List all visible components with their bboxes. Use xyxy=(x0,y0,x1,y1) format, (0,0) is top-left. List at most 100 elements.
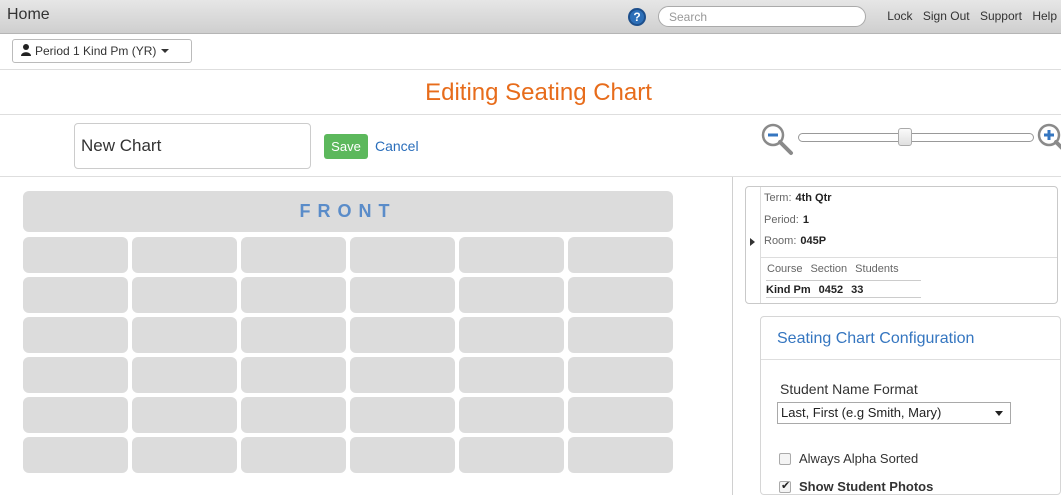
desk-seat[interactable] xyxy=(568,437,673,473)
home-link[interactable]: Home xyxy=(7,6,50,24)
desk-seat[interactable] xyxy=(459,437,564,473)
desk-seat[interactable] xyxy=(241,317,346,353)
room-label: Room: xyxy=(764,235,797,247)
zoom-out-icon[interactable] xyxy=(760,122,796,158)
students-header: Students xyxy=(855,263,899,275)
desk-seat[interactable] xyxy=(132,357,237,393)
desk-row xyxy=(23,357,673,393)
info-divider xyxy=(761,257,1057,258)
desk-seat[interactable] xyxy=(459,397,564,433)
desk-seat[interactable] xyxy=(459,317,564,353)
desk-row xyxy=(23,397,673,433)
chart-name-input[interactable]: New Chart xyxy=(74,123,311,169)
desk-row xyxy=(23,317,673,353)
zoom-control xyxy=(760,122,1061,158)
zoom-in-icon[interactable] xyxy=(1036,122,1061,158)
students-value: 33 xyxy=(851,284,864,296)
desk-seat[interactable] xyxy=(459,277,564,313)
course-value: Kind Pm xyxy=(766,284,811,296)
desk-seat[interactable] xyxy=(459,237,564,273)
desk-seat[interactable] xyxy=(568,277,673,313)
desk-seat[interactable] xyxy=(23,397,128,433)
always-alpha-row[interactable]: Always Alpha Sorted xyxy=(779,451,918,466)
desk-seat[interactable] xyxy=(350,357,455,393)
course-table-row: Kind Pm 0452 33 xyxy=(766,280,921,298)
desk-seat[interactable] xyxy=(241,397,346,433)
desk-seat[interactable] xyxy=(23,437,128,473)
period-dropdown[interactable]: Period 1 Kind Pm (YR) xyxy=(12,39,192,63)
term-line: Term: 4th Qtr xyxy=(764,192,832,204)
period-dropdown-label: Period 1 Kind Pm (YR) xyxy=(35,44,157,58)
seating-config-panel: Seating Chart Configuration Student Name… xyxy=(760,316,1061,495)
caret-right-icon[interactable] xyxy=(750,238,755,246)
desk-seat[interactable] xyxy=(350,317,455,353)
desk-seat[interactable] xyxy=(568,357,673,393)
desk-seat[interactable] xyxy=(23,357,128,393)
desk-seat[interactable] xyxy=(350,437,455,473)
section-info-panel: Term: 4th Qtr Period: 1 Room: 045P Course Se… xyxy=(745,186,1058,304)
name-format-label: Student Name Format xyxy=(780,381,918,397)
name-format-value: Last, First (e.g Smith, Mary) xyxy=(781,405,942,420)
desk-seat[interactable] xyxy=(568,397,673,433)
desk-row xyxy=(23,237,673,273)
save-button[interactable]: Save xyxy=(324,134,368,159)
desk-seat[interactable] xyxy=(23,317,128,353)
desk-seat[interactable] xyxy=(132,317,237,353)
search-input[interactable]: Search xyxy=(658,6,866,27)
period-value: 1 xyxy=(802,214,809,226)
desk-row xyxy=(23,277,673,313)
always-alpha-checkbox[interactable] xyxy=(779,453,791,465)
desk-seat[interactable] xyxy=(132,277,237,313)
show-photos-row[interactable]: Show Student Photos xyxy=(779,479,933,494)
top-links: Lock Sign Out Support Help xyxy=(880,9,1057,23)
page-title: Editing Seating Chart xyxy=(425,79,652,106)
room-value: 045P xyxy=(800,235,827,247)
desk-seat[interactable] xyxy=(23,277,128,313)
front-label: FRONT xyxy=(23,191,673,232)
always-alpha-label: Always Alpha Sorted xyxy=(799,451,919,466)
show-photos-checkbox[interactable] xyxy=(779,479,791,493)
desk-seat[interactable] xyxy=(350,277,455,313)
title-row: Editing Seating Chart xyxy=(0,71,1061,115)
section-value: 0452 xyxy=(818,284,844,296)
room-line: Room: 045P xyxy=(764,235,826,247)
period-line: Period: 1 xyxy=(764,214,809,226)
caret-down-icon xyxy=(161,49,170,53)
sign-out-link[interactable]: Sign Out xyxy=(923,9,970,23)
desk-seat[interactable] xyxy=(241,437,346,473)
desk-seat[interactable] xyxy=(241,357,346,393)
desk-seat[interactable] xyxy=(23,237,128,273)
desk-row xyxy=(23,437,673,473)
desk-seat[interactable] xyxy=(241,237,346,273)
desk-grid xyxy=(23,237,673,477)
desk-seat[interactable] xyxy=(568,317,673,353)
section-header: Section xyxy=(810,263,848,275)
name-format-select[interactable]: Last, First (e.g Smith, Mary) xyxy=(777,402,1011,424)
period-selector-row: Period 1 Kind Pm (YR) xyxy=(0,34,1061,70)
config-title: Seating Chart Configuration xyxy=(761,317,1060,360)
zoom-slider-track[interactable] xyxy=(798,133,1034,142)
desk-seat[interactable] xyxy=(459,357,564,393)
vertical-divider xyxy=(732,177,733,495)
desk-seat[interactable] xyxy=(350,397,455,433)
desk-seat[interactable] xyxy=(132,237,237,273)
desk-seat[interactable] xyxy=(132,397,237,433)
desk-seat[interactable] xyxy=(350,237,455,273)
dropdown-arrow-icon xyxy=(995,411,1003,416)
term-value: 4th Qtr xyxy=(795,192,832,204)
support-link[interactable]: Support xyxy=(980,9,1022,23)
cancel-link[interactable]: Cancel xyxy=(375,138,419,154)
course-table-header: Course Section Students xyxy=(767,263,907,275)
term-label: Term: xyxy=(764,192,792,204)
help-link[interactable]: Help xyxy=(1032,9,1057,23)
top-bar: Home ? Search Lock Sign Out Support Help xyxy=(0,0,1061,34)
zoom-slider-handle[interactable] xyxy=(897,128,912,146)
desk-seat[interactable] xyxy=(132,437,237,473)
period-label: Period: xyxy=(764,214,799,226)
desk-seat[interactable] xyxy=(568,237,673,273)
help-icon[interactable]: ? xyxy=(628,8,646,26)
lock-link[interactable]: Lock xyxy=(887,9,912,23)
show-photos-label: Show Student Photos xyxy=(799,479,934,494)
person-icon xyxy=(21,44,31,56)
desk-seat[interactable] xyxy=(241,277,346,313)
